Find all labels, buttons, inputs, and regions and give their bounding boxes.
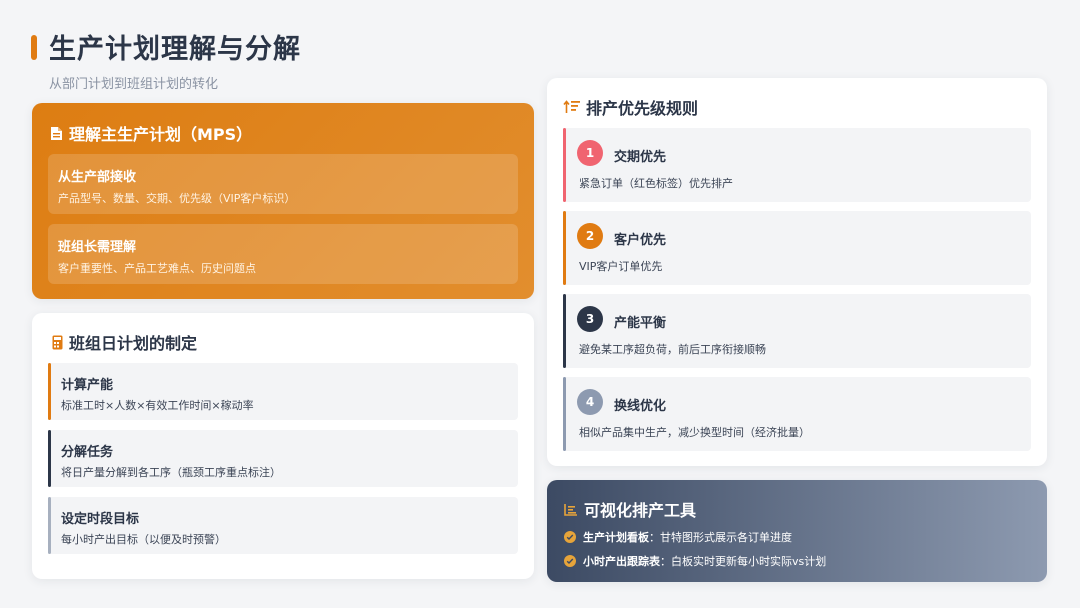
priority-item-customer: 2 客户优先 VIP客户订单优先 xyxy=(563,211,1031,285)
daily-plan-title: 班组日计划的制定 xyxy=(69,334,198,353)
check-circle-icon xyxy=(564,531,576,543)
check-circle-icon xyxy=(564,555,576,567)
visual-tools-title: 可视化排产工具 xyxy=(584,501,697,520)
number-badge: 4 xyxy=(577,389,603,415)
item-title: 交期优先 xyxy=(614,150,667,165)
visual-tools-header: 可视化排产工具 xyxy=(564,497,696,521)
item-accent-bar xyxy=(563,377,566,451)
item-title: 设定时段目标 xyxy=(61,512,140,527)
mps-block-title: 班组长需理解 xyxy=(58,240,137,255)
tool-label: 生产计划看板 xyxy=(583,531,649,544)
item-desc: 紧急订单（红色标签）优先排产 xyxy=(579,177,733,190)
tool-line-hourly: 小时产出跟踪表：白板实时更新每小时实际vs计划 xyxy=(564,553,826,569)
priority-rules-header: 排产优先级规则 xyxy=(563,95,698,119)
item-title: 计算产能 xyxy=(61,378,114,393)
item-desc: 避免某工序超负荷，前后工序衔接顺畅 xyxy=(579,343,766,356)
item-desc: 将日产量分解到各工序（瓶颈工序重点标注） xyxy=(61,466,281,479)
mps-block-desc: 产品型号、数量、交期、优先级（VIP客户标识） xyxy=(58,192,296,205)
daily-item-decompose: 分解任务 将日产量分解到各工序（瓶颈工序重点标注） xyxy=(48,430,518,487)
number-badge: 1 xyxy=(577,140,603,166)
item-accent-bar xyxy=(48,430,51,487)
item-accent-bar xyxy=(563,294,566,368)
number-badge: 2 xyxy=(577,223,603,249)
page-subtitle: 从部门计划到班组计划的转化 xyxy=(49,77,219,92)
item-desc: 相似产品集中生产，减少换型时间（经济批量） xyxy=(579,426,810,439)
priority-item-balance: 3 产能平衡 避免某工序超负荷，前后工序衔接顺畅 xyxy=(563,294,1031,368)
tool-sep: ： xyxy=(649,531,660,544)
mps-card-header: 理解主生产计划（MPS） xyxy=(50,121,252,145)
sort-amount-icon xyxy=(563,100,580,114)
calculator-icon xyxy=(52,335,63,350)
mps-block-receive: 从生产部接收 产品型号、数量、交期、优先级（VIP客户标识） xyxy=(48,154,518,214)
mps-block-understand: 班组长需理解 客户重要性、产品工艺难点、历史问题点 xyxy=(48,224,518,284)
daily-item-targets: 设定时段目标 每小时产出目标（以便及时预警） xyxy=(48,497,518,554)
page-title: 生产计划理解与分解 xyxy=(49,34,301,65)
item-title: 换线优化 xyxy=(614,399,667,414)
tool-line-board: 生产计划看板：甘特图形式展示各订单进度 xyxy=(564,529,792,545)
priority-item-deadline: 1 交期优先 紧急订单（红色标签）优先排产 xyxy=(563,128,1031,202)
number-badge: 3 xyxy=(577,306,603,332)
tool-text: 甘特图形式展示各订单进度 xyxy=(660,531,792,544)
item-desc: VIP客户订单优先 xyxy=(579,260,663,273)
item-title: 产能平衡 xyxy=(614,316,667,331)
mps-block-desc: 客户重要性、产品工艺难点、历史问题点 xyxy=(58,262,256,275)
mps-card-title: 理解主生产计划（MPS） xyxy=(69,125,253,144)
document-icon xyxy=(50,126,63,141)
tool-sep: ： xyxy=(660,555,671,568)
item-desc: 标准工时×人数×有效工作时间×稼动率 xyxy=(61,399,254,412)
chart-icon xyxy=(564,503,578,516)
item-title: 客户优先 xyxy=(614,233,667,248)
daily-item-capacity: 计算产能 标准工时×人数×有效工作时间×稼动率 xyxy=(48,363,518,420)
item-title: 分解任务 xyxy=(61,445,114,460)
item-desc: 每小时产出目标（以便及时预警） xyxy=(61,533,226,546)
daily-plan-header: 班组日计划的制定 xyxy=(52,330,197,354)
priority-rules-title: 排产优先级规则 xyxy=(586,99,699,118)
tool-label: 小时产出跟踪表 xyxy=(583,555,660,568)
item-accent-bar xyxy=(563,211,566,285)
priority-item-changeover: 4 换线优化 相似产品集中生产，减少换型时间（经济批量） xyxy=(563,377,1031,451)
title-accent-bar xyxy=(31,35,37,60)
item-accent-bar xyxy=(563,128,566,202)
mps-block-title: 从生产部接收 xyxy=(58,170,137,185)
tool-text: 白板实时更新每小时实际vs计划 xyxy=(671,555,827,568)
item-accent-bar xyxy=(48,363,51,420)
item-accent-bar xyxy=(48,497,51,554)
